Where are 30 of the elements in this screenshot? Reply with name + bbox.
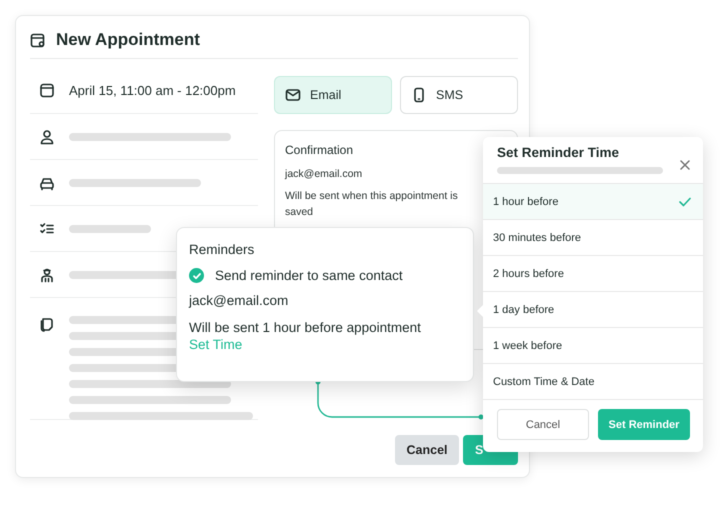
notes-icon	[39, 316, 55, 332]
time-option[interactable]: 1 hour before	[483, 184, 703, 220]
time-option[interactable]: 1 day before	[483, 292, 703, 328]
channel-tab[interactable]: SMS	[400, 76, 518, 114]
appointment-date: April 15, 11:00 am - 12:00pm	[69, 82, 236, 98]
contact-email: jack@email.com	[285, 167, 364, 182]
person-icon	[39, 128, 55, 144]
checklist-icon	[39, 220, 55, 236]
phone-icon	[411, 87, 427, 103]
checkbox[interactable]	[189, 268, 204, 283]
calendar-gear-icon	[30, 32, 46, 48]
check-icon	[192, 270, 202, 280]
contact-email: jack@email.com	[189, 293, 290, 308]
check-icon	[679, 196, 691, 206]
worker-icon	[39, 266, 55, 282]
time-option[interactable]: 30 minutes before	[483, 220, 703, 256]
time-option[interactable]: 1 week before	[483, 328, 703, 364]
time-option[interactable]: 2 hours before	[483, 256, 703, 292]
cancel-button[interactable]: Cancel	[395, 435, 459, 465]
checkbox-label: Send reminder to same contact	[215, 268, 403, 283]
confirmation-note: Will be sent when this appointment is saved	[285, 189, 459, 220]
window-title: New Appointment	[56, 30, 200, 50]
panel-title: Set Reminder Time	[497, 145, 620, 160]
reminder-note: Will be sent 1 hour before appointment	[189, 320, 422, 335]
time-option[interactable]: Custom Time & Date	[483, 364, 703, 400]
envelope-icon	[285, 87, 301, 103]
reminders-title: Reminders	[189, 242, 256, 257]
cancel-button[interactable]: Cancel	[497, 409, 589, 440]
channel-tab[interactable]: Email	[274, 76, 392, 114]
calendar-icon	[39, 82, 55, 98]
